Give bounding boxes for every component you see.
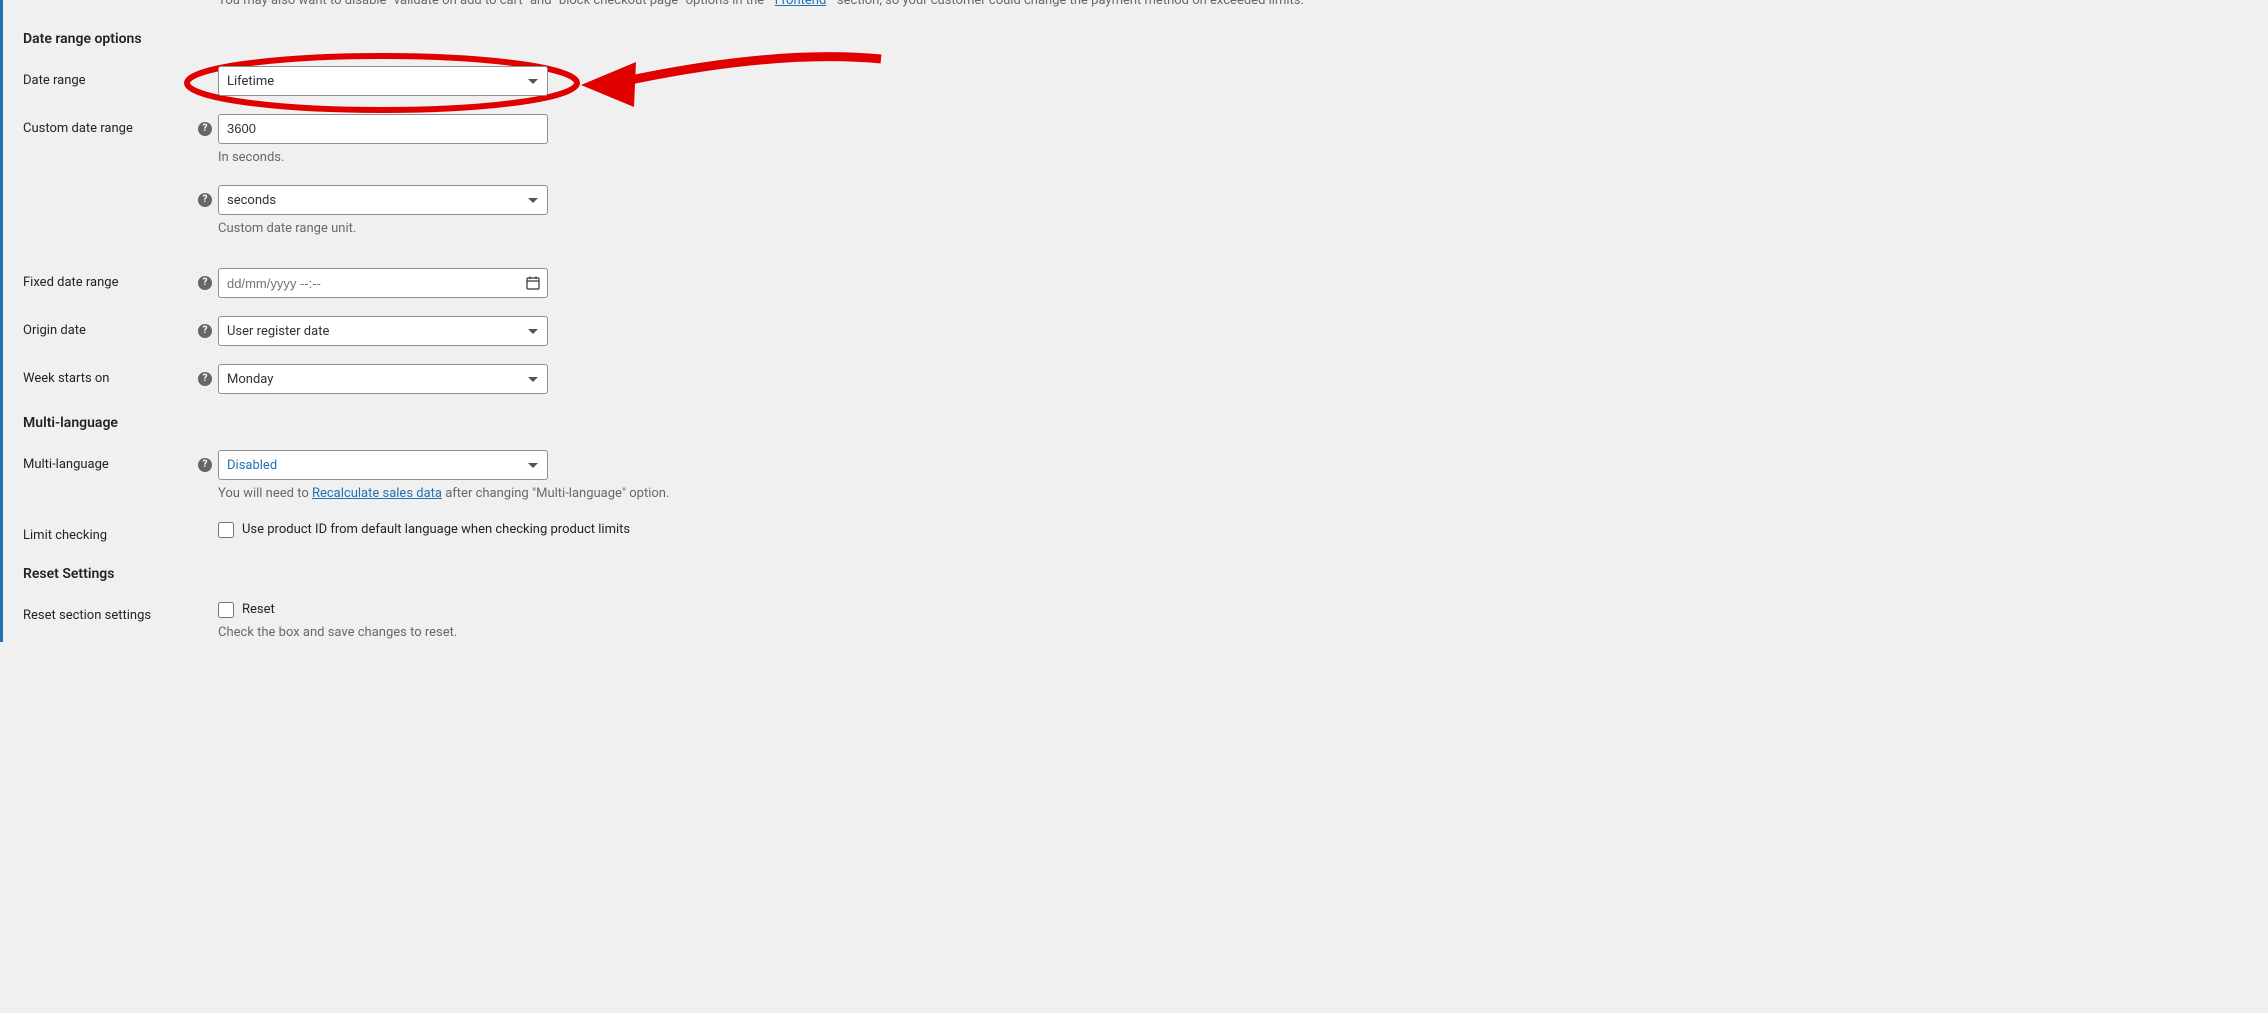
fixed-date-range-label: Fixed date range [23,268,198,292]
multi-language-value: Disabled [227,458,277,473]
custom-date-range-label: Custom date range [23,114,198,138]
limit-checking-checkbox-label: Use product ID from default language whe… [242,521,630,539]
section-title-multi-language: Multi-language [23,414,2248,434]
reset-checkbox-label: Reset [242,601,275,619]
custom-unit-value: seconds [227,193,276,208]
help-icon[interactable]: ? [198,372,212,386]
week-starts-select[interactable]: Monday [218,364,548,394]
frontend-link[interactable]: Frontend [775,0,827,8]
section-title-date-range-options: Date range options [23,30,2248,50]
limit-checking-checkbox[interactable] [218,522,234,538]
date-range-value: Lifetime [227,74,274,89]
reset-section-label: Reset section settings [23,601,198,625]
fixed-date-range-input[interactable] [218,268,548,298]
custom-date-range-input[interactable] [218,114,548,144]
limit-checking-label: Limit checking [23,521,198,545]
reset-hint: Check the box and save changes to reset. [218,624,457,642]
custom-unit-select[interactable]: seconds [218,185,548,215]
origin-date-select[interactable]: User register date [218,316,548,346]
top-note-prefix: You may also want to disable "validate o… [218,0,772,8]
help-icon[interactable]: ? [198,458,212,472]
multi-language-hint: You will need to Recalculate sales data … [218,485,669,503]
top-note-suffix: " section, so your customer could change… [830,0,1304,8]
date-range-label: Date range [23,66,198,90]
help-icon[interactable]: ? [198,276,212,290]
recalculate-link[interactable]: Recalculate sales data [312,486,442,501]
top-helper-note: You may also want to disable "validate o… [23,0,2248,10]
help-icon[interactable]: ? [198,324,212,338]
origin-date-label: Origin date [23,316,198,340]
reset-checkbox[interactable] [218,602,234,618]
custom-date-range-hint: In seconds. [218,149,548,167]
section-title-reset-settings: Reset Settings [23,565,2248,585]
week-starts-label: Week starts on [23,364,198,388]
week-starts-value: Monday [227,372,273,387]
date-range-select[interactable]: Lifetime [218,66,548,96]
origin-date-value: User register date [227,324,329,339]
multi-language-select[interactable]: Disabled [218,450,548,480]
multi-language-label: Multi-language [23,450,198,474]
help-icon[interactable]: ? [198,193,212,207]
help-icon[interactable]: ? [198,122,212,136]
custom-unit-hint: Custom date range unit. [218,220,548,238]
